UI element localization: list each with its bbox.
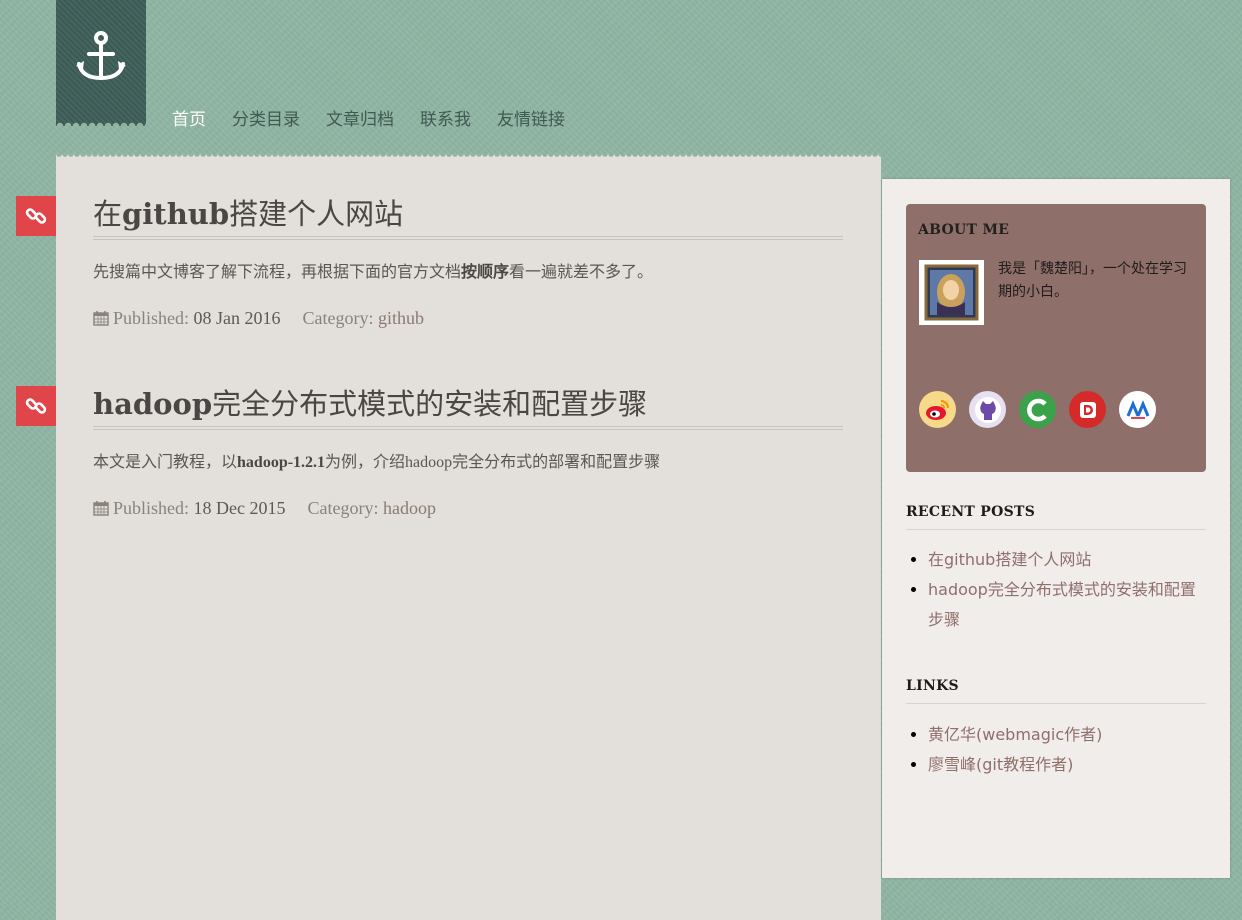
site-logo[interactable]	[56, 0, 146, 126]
list-item: hadoop完全分布式模式的安装和配置步骤	[928, 575, 1206, 635]
anchor-icon	[76, 31, 126, 81]
csdn-icon	[1026, 398, 1047, 421]
nav-item-contact[interactable]: 联系我	[420, 105, 471, 130]
links-list: 黄亿华(webmagic作者) 廖雪峰(git教程作者)	[906, 720, 1206, 780]
social-links	[919, 391, 1156, 428]
post-date: 18 Dec 2015	[193, 498, 286, 518]
weibo-icon	[925, 399, 949, 420]
nav-item-friend-links[interactable]: 友情链接	[497, 105, 565, 130]
recent-posts-title: RECENT POSTS	[906, 504, 1206, 530]
post-category: Category: hadoop	[307, 498, 436, 518]
post-item: hadoop完全分布式模式的安装和配置步骤 本文是入门教程，以hadoop-1.…	[16, 386, 843, 519]
links-title: LINKS	[906, 678, 1206, 704]
about-me-title: ABOUT ME	[918, 222, 1010, 238]
nav-item-archive[interactable]: 文章归档	[326, 105, 394, 130]
post-published: Published: 18 Dec 2015	[93, 498, 286, 519]
calendar-icon	[93, 311, 109, 326]
link-icon	[25, 398, 47, 414]
post-title[interactable]: 在github搭建个人网站	[93, 196, 843, 240]
recent-post-link[interactable]: hadoop完全分布式模式的安装和配置步骤	[928, 580, 1196, 629]
post-meta: Published: 18 Dec 2015 Category: hadoop	[93, 498, 843, 519]
zhihu-link[interactable]	[1119, 391, 1156, 428]
category-link[interactable]: github	[378, 308, 424, 328]
list-item: 在github搭建个人网站	[928, 545, 1206, 575]
post-title[interactable]: hadoop完全分布式模式的安装和配置步骤	[93, 386, 843, 430]
calendar-icon	[93, 501, 109, 516]
link-icon	[25, 208, 47, 224]
zhihu-icon	[1126, 399, 1149, 419]
nav-item-categories[interactable]: 分类目录	[232, 105, 300, 130]
post-meta: Published: 08 Jan 2016 Category: github	[93, 308, 843, 329]
post-link-button[interactable]	[16, 196, 56, 236]
douban-link[interactable]	[1069, 391, 1106, 428]
recent-posts-list: 在github搭建个人网站 hadoop完全分布式模式的安装和配置步骤	[906, 545, 1206, 635]
sidebar: ABOUT ME 我是「魏楚阳」，一个处在学习期的小白。 RECENT POST…	[882, 179, 1230, 878]
post-excerpt: 本文是入门教程，以hadoop-1.2.1为例，介绍hadoop完全分布式的部署…	[93, 454, 661, 471]
github-icon	[974, 396, 1001, 423]
github-link[interactable]	[969, 391, 1006, 428]
category-link[interactable]: hadoop	[383, 498, 436, 518]
list-item: 廖雪峰(git教程作者)	[928, 750, 1206, 780]
avatar-image	[924, 264, 979, 321]
nav-item-home[interactable]: 首页	[172, 105, 206, 130]
main-nav: 首页 分类目录 文章归档 联系我 友情链接	[172, 105, 565, 130]
post-date: 08 Jan 2016	[193, 308, 281, 328]
main-content: 在github搭建个人网站 先搜篇中文博客了解下流程，再根据下面的官方文档按顺序…	[16, 154, 881, 920]
about-me-text: 我是「魏楚阳」，一个处在学习期的小白。	[998, 261, 1187, 300]
weibo-link[interactable]	[919, 391, 956, 428]
post-published: Published: 08 Jan 2016	[93, 308, 281, 329]
friend-link[interactable]: 黄亿华(webmagic作者)	[928, 725, 1102, 744]
post-category: Category: github	[302, 308, 425, 328]
list-item: 黄亿华(webmagic作者)	[928, 720, 1206, 750]
post-excerpt: 先搜篇中文博客了解下流程，再根据下面的官方文档按顺序看一遍就差不多了。	[93, 264, 654, 281]
post-item: 在github搭建个人网站 先搜篇中文博客了解下流程，再根据下面的官方文档按顺序…	[16, 196, 843, 329]
friend-link[interactable]: 廖雪峰(git教程作者)	[928, 755, 1073, 774]
about-me-widget: ABOUT ME 我是「魏楚阳」，一个处在学习期的小白。	[906, 204, 1206, 472]
csdn-link[interactable]	[1019, 391, 1056, 428]
recent-post-link[interactable]: 在github搭建个人网站	[928, 550, 1091, 569]
post-link-button[interactable]	[16, 386, 56, 426]
avatar	[919, 260, 984, 325]
douban-icon	[1079, 401, 1096, 418]
